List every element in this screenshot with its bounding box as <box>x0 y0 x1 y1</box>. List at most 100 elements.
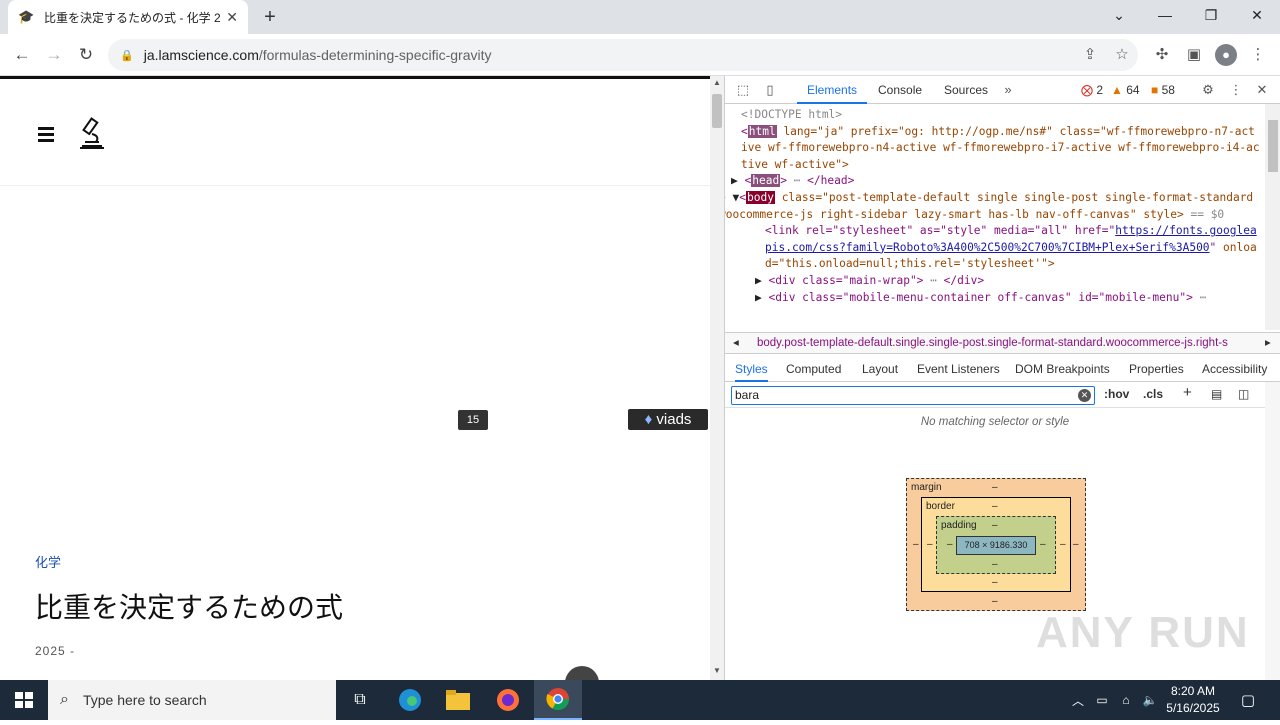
subtab-styles[interactable]: Styles <box>735 356 768 382</box>
address-bar[interactable]: 🔒 ja.lamscience.com/formulas-determining… <box>108 39 1138 71</box>
chrome-icon[interactable] <box>534 680 582 720</box>
subtab-event-listeners[interactable]: Event Listeners <box>917 356 1000 382</box>
box-model-content[interactable]: 708 × 9186.330 <box>956 536 1036 555</box>
restore-button[interactable]: ❐ <box>1188 0 1234 30</box>
dom-breadcrumb[interactable]: ◂ body.post-template-default.single.sing… <box>725 332 1280 354</box>
new-tab-button[interactable]: + <box>258 5 282 29</box>
dom-scrollbar-thumb[interactable] <box>1268 120 1278 172</box>
styles-filter-input[interactable]: bara ✕ <box>731 386 1095 405</box>
dom-main-wrap-node[interactable]: ▶ <div class="main-wrap"> ⋯ </div> <box>755 273 1261 290</box>
breadcrumb-right-icon[interactable]: ▸ <box>1265 333 1271 353</box>
margin-right-value: – <box>1073 539 1079 550</box>
bookmark-star-icon[interactable]: ☆ <box>1108 41 1136 69</box>
browser-toolbar: ← → ↻ 🔒 ja.lamscience.com/formulas-deter… <box>0 34 1280 76</box>
anyrun-watermark: ANY RUN <box>1036 608 1250 657</box>
ad-badge[interactable]: ♦ viads <box>628 409 708 430</box>
edge-browser-icon[interactable] <box>386 680 434 720</box>
subtab-accessibility[interactable]: Accessibility <box>1202 356 1267 382</box>
close-window-button[interactable]: ✕ <box>1234 0 1280 30</box>
cls-toggle[interactable]: .cls <box>1143 387 1163 401</box>
tray-device-icon[interactable]: ▭ <box>1092 680 1112 720</box>
system-clock[interactable]: 8:20 AM 5/16/2025 <box>1160 683 1226 717</box>
devtools-menu-icon[interactable]: ⋮ <box>1227 82 1245 98</box>
error-count[interactable]: ⨂ 2 <box>1081 83 1103 97</box>
page-scrollbar[interactable]: ▲ ▼ <box>710 76 724 680</box>
breadcrumb-left-icon[interactable]: ◂ <box>733 333 739 353</box>
tray-chevron-icon[interactable]: ︿ <box>1068 680 1088 720</box>
styles-subtabs: Styles Computed Layout Event Listeners D… <box>725 356 1280 382</box>
scroll-up-icon[interactable]: ▲ <box>713 78 721 87</box>
scroll-down-icon[interactable]: ▼ <box>713 666 721 675</box>
profile-avatar[interactable]: ● <box>1215 44 1237 66</box>
toggle-sidebar-icon[interactable]: ◫ <box>1238 387 1249 401</box>
extensions-puzzle-icon[interactable]: ✣ <box>1148 41 1176 69</box>
breadcrumb-text[interactable]: body.post-template-default.single.single… <box>757 333 1257 353</box>
dom-body-node[interactable]: ⋯ ▼<body class="post-template-default si… <box>725 190 1261 223</box>
dom-head-node[interactable]: ▶ <head> ⋯ </head> <box>731 173 1261 190</box>
menu-kebab-icon[interactable]: ⋮ <box>1244 41 1272 69</box>
page-scrollbar-thumb[interactable] <box>712 94 722 128</box>
border-right-value: – <box>1060 539 1066 550</box>
new-style-rule-icon[interactable]: + <box>1183 384 1192 401</box>
minimize-button[interactable]: — <box>1142 0 1188 30</box>
dom-scrollbar[interactable] <box>1265 104 1280 330</box>
volume-icon[interactable]: 🔈 <box>1140 680 1160 720</box>
ellipsis-icon[interactable]: ⋯ <box>787 174 807 187</box>
share-icon[interactable]: ⇪ <box>1076 41 1104 69</box>
hov-toggle[interactable]: :hov <box>1104 387 1129 401</box>
forward-arrow-icon[interactable]: → <box>42 43 66 67</box>
error-count-value: 2 <box>1096 83 1104 97</box>
windows-start-button[interactable] <box>0 680 48 720</box>
device-toolbar-icon[interactable]: ▯ <box>761 82 779 98</box>
mobile-menu-open: <div class="mobile-menu-container off-ca… <box>768 290 1193 304</box>
styles-filter-row: bara ✕ :hov .cls + ▤ ◫ <box>725 382 1280 408</box>
task-view-icon[interactable]: ⧉ <box>336 680 384 720</box>
close-devtools-icon[interactable]: ✕ <box>1253 82 1271 98</box>
expand-triangle-icon[interactable]: ▶ <box>755 274 762 287</box>
tab-sources[interactable]: Sources <box>944 76 988 104</box>
subtab-properties[interactable]: Properties <box>1129 356 1184 382</box>
clear-filter-icon[interactable]: ✕ <box>1078 389 1091 402</box>
margin-bottom-value: – <box>992 596 998 607</box>
taskbar-search-box[interactable]: ⌕ Type here to search <box>48 680 336 720</box>
ellipsis-icon[interactable]: ⋯ <box>1193 291 1207 304</box>
dom-link-node[interactable]: <link rel="stylesheet" as="style" media=… <box>765 223 1261 273</box>
lock-icon[interactable]: 🔒 <box>120 49 134 62</box>
dom-doctype[interactable]: <!DOCTYPE html> <box>741 107 1261 124</box>
rendering-emulation-icon[interactable]: ▤ <box>1211 387 1222 401</box>
back-arrow-icon[interactable]: ← <box>10 43 34 67</box>
warning-count[interactable]: ▲ 64 <box>1111 83 1140 97</box>
dom-html-node[interactable]: <html lang="ja" prefix="og: http://ogp.m… <box>741 124 1261 174</box>
browser-tab[interactable]: 🎓 比重を決定するための式 - 化学 20 ✕ <box>8 0 248 34</box>
styles-scrollbar[interactable] <box>1265 382 1280 680</box>
subtab-dom-breakpoints[interactable]: DOM Breakpoints <box>1015 356 1110 382</box>
scroll-to-top-button[interactable] <box>565 666 599 680</box>
notification-icon[interactable]: ▢ <box>1234 680 1262 720</box>
settings-gear-icon[interactable]: ⚙ <box>1199 82 1217 98</box>
dom-tree[interactable]: <!DOCTYPE html> <html lang="ja" prefix="… <box>725 104 1265 330</box>
hamburger-menu-icon[interactable] <box>38 127 54 142</box>
dom-mobile-menu-node[interactable]: ▶ <div class="mobile-menu-container off-… <box>755 290 1261 307</box>
collapse-triangle-icon[interactable]: ▼ <box>733 191 740 204</box>
file-explorer-icon[interactable] <box>434 680 482 720</box>
issues-count[interactable]: ■ 58 <box>1151 83 1175 97</box>
close-tab-icon[interactable]: ✕ <box>226 9 238 26</box>
subtab-layout[interactable]: Layout <box>862 356 898 382</box>
node-actions-icon[interactable]: ⋯ <box>725 191 726 204</box>
tab-console[interactable]: Console <box>878 76 922 104</box>
subtab-computed[interactable]: Computed <box>786 356 841 382</box>
inspect-element-icon[interactable]: ⬚ <box>734 82 752 98</box>
tab-search-icon[interactable]: ⌄ <box>1096 0 1142 30</box>
category-link[interactable]: 化学 <box>35 552 61 571</box>
microscope-logo-icon[interactable] <box>76 116 106 150</box>
side-panel-icon[interactable]: ▣ <box>1180 41 1208 69</box>
tab-elements[interactable]: Elements <box>797 76 868 104</box>
reload-icon[interactable]: ↻ <box>74 43 98 67</box>
expand-triangle-icon[interactable]: ▶ <box>755 291 762 304</box>
network-icon[interactable]: ⌂ <box>1116 680 1136 720</box>
firefox-icon[interactable] <box>484 680 532 720</box>
ellipsis-icon[interactable]: ⋯ <box>923 274 943 287</box>
more-tabs-chevron-icon[interactable]: » <box>999 82 1017 98</box>
expand-triangle-icon[interactable]: ▶ <box>731 174 738 187</box>
body-tag: body <box>746 190 775 204</box>
